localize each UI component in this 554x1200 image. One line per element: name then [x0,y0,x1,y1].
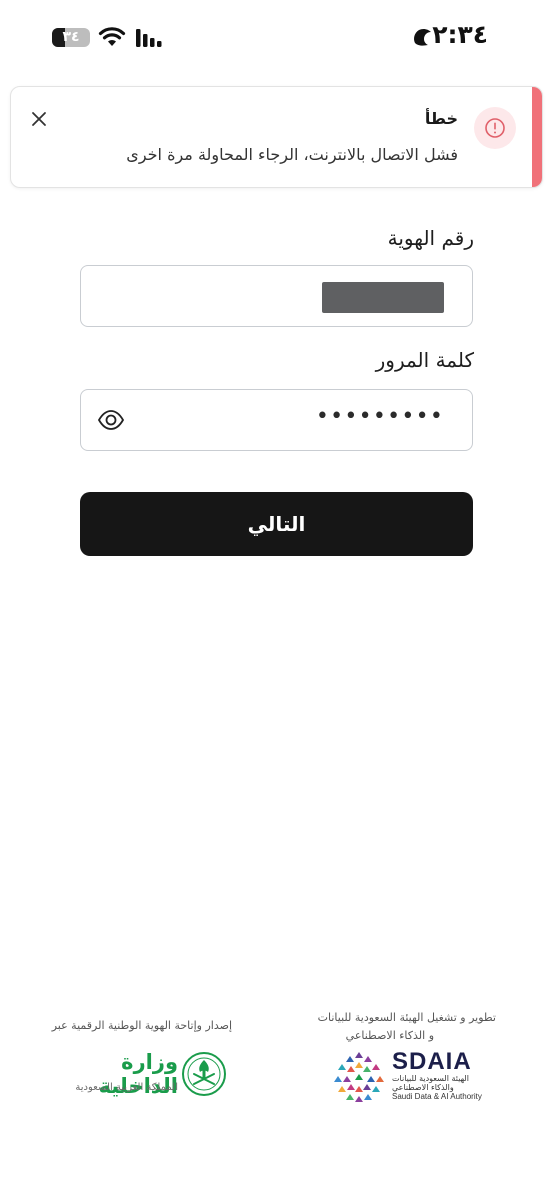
battery-level: ٣٤ [62,29,80,45]
next-button[interactable]: التالي [80,492,473,556]
toast-accent-bar [532,87,542,187]
sdaia-caption-line1: تطوير و تشغيل الهيئة السعودية للبيانات [317,1011,496,1024]
sdaia-mark-icon [334,1052,384,1102]
moon-icon [414,28,431,46]
sdaia-caption-line2: و الذكاء الاصطناعي [345,1029,434,1042]
password-label: كلمة المرور [375,348,474,372]
status-bar: ٣٤ ٢:٣٤ [0,0,554,76]
alert-circle-icon [474,107,516,149]
sdaia-logo-name: SDAIA [392,1048,472,1075]
moi-caption: إصدار وإتاحة الهوية الوطنية الرقمية عبر [51,1019,232,1032]
wifi-icon [98,27,126,46]
cellular-signal-icon [136,29,162,47]
eye-icon[interactable] [97,408,125,432]
status-time: ٢:٣٤ [432,20,488,49]
toast-title: خطأ [424,109,458,128]
redacted-value [322,282,444,313]
moi-emblem-icon [182,1052,226,1096]
sdaia-logo-arabic: الهيئة السعودية للبيانات والذكاء الاصطنا… [392,1074,469,1092]
national-id-label: رقم الهوية [387,226,474,250]
close-icon[interactable] [29,109,49,129]
battery-icon: ٣٤ [52,28,90,47]
password-field[interactable]: ••••••••• [80,389,473,451]
toast-message: فشل الاتصال بالانترنت، الرجاء المحاولة م… [126,145,458,164]
sdaia-logo-english: Saudi Data & AI Authority [392,1092,482,1101]
moi-logo-subtitle: المملكة العربية السعودية [75,1082,178,1093]
password-value: ••••••••• [315,404,444,429]
national-id-field[interactable] [80,265,473,327]
error-toast: خطأ فشل الاتصال بالانترنت، الرجاء المحاو… [10,86,543,188]
